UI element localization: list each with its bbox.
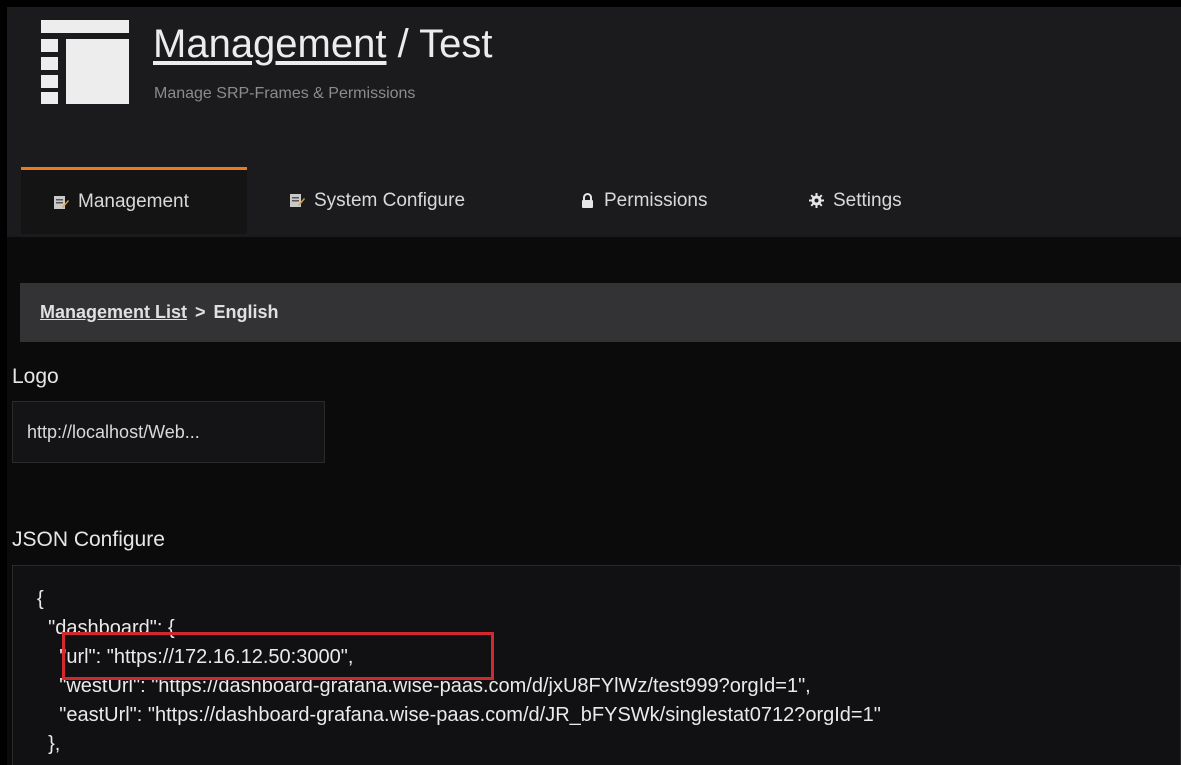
tab-management[interactable]: Management: [21, 167, 247, 234]
tab-system-configure[interactable]: System Configure: [290, 167, 465, 234]
json-line: {: [37, 588, 44, 610]
json-configure-editor[interactable]: { "dashboard": { "url": "https://172.16.…: [12, 565, 1181, 765]
url-highlight-box: [62, 632, 494, 680]
app-logo-icon: [41, 20, 129, 104]
title-separator: /: [386, 22, 420, 66]
tab-bar: Management System Configure Permissions: [7, 167, 1181, 234]
breadcrumb-current: English: [213, 302, 279, 322]
json-configure-label: JSON Configure: [12, 528, 165, 551]
logo-url-value: http://localhost/Web...: [27, 421, 200, 442]
logo-label: Logo: [12, 365, 59, 388]
page-title: Management / Test: [153, 24, 492, 64]
tab-management-label: Management: [78, 191, 189, 212]
json-line: "eastUrl": "https://dashboard-grafana.wi…: [37, 704, 881, 726]
tab-settings[interactable]: Settings: [809, 167, 902, 234]
breadcrumb: Management List > English: [20, 283, 1181, 342]
gear-icon: [809, 193, 824, 208]
breadcrumb-separator: >: [195, 302, 206, 322]
edit-doc-icon: [290, 194, 305, 207]
tab-system-configure-label: System Configure: [314, 189, 466, 211]
lock-icon: [582, 193, 593, 208]
edit-doc-icon: [54, 195, 69, 209]
json-line: },: [37, 733, 61, 755]
app-window: Management / Test Manage SRP-Frames & Pe…: [7, 7, 1181, 765]
tab-permissions[interactable]: Permissions: [580, 167, 707, 234]
page-header: Management / Test Manage SRP-Frames & Pe…: [7, 7, 1181, 237]
logo-url-field[interactable]: http://localhost/Web...: [12, 401, 325, 463]
title-current-page: Test: [419, 22, 493, 66]
tab-settings-label: Settings: [833, 189, 902, 211]
title-management-link[interactable]: Management: [153, 22, 386, 66]
tab-permissions-label: Permissions: [604, 189, 708, 211]
breadcrumb-management-list-link[interactable]: Management List: [40, 302, 187, 323]
page-subtitle: Manage SRP-Frames & Permissions: [154, 85, 416, 102]
